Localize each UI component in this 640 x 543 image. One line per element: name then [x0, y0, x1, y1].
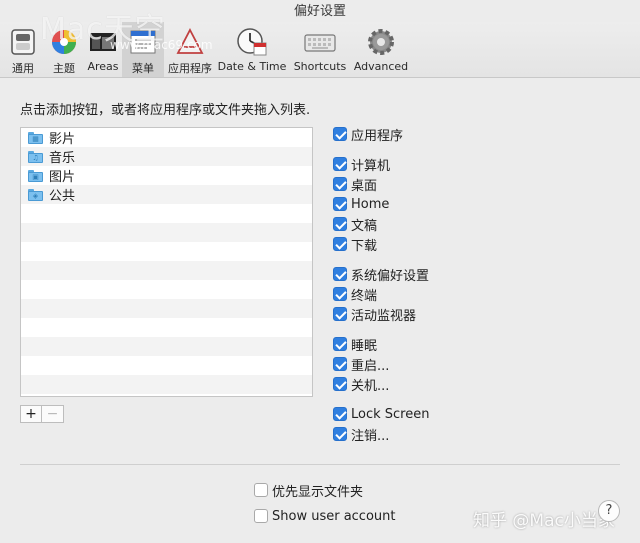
- option-home[interactable]: Home: [333, 195, 389, 213]
- list-row-empty: [21, 356, 312, 375]
- list-item-label: 影片: [49, 132, 76, 147]
- option-label: 关机...: [351, 378, 390, 394]
- option-shutdown[interactable]: 关机...: [333, 375, 390, 394]
- option-documents[interactable]: 文稿: [333, 215, 378, 234]
- list-item[interactable]: ▣ 图片: [21, 166, 312, 185]
- option-label: 注销...: [351, 428, 390, 444]
- list-row-empty: [21, 299, 312, 318]
- clock-icon: [237, 28, 267, 56]
- add-remove-control: + −: [20, 405, 64, 423]
- option-label: 优先显示文件夹: [272, 484, 364, 500]
- option-downloads[interactable]: 下载: [333, 235, 378, 254]
- option-lock-screen[interactable]: Lock Screen: [333, 405, 429, 423]
- checkbox-unchecked[interactable]: [254, 509, 268, 523]
- checkbox-checked[interactable]: [333, 377, 347, 391]
- option-terminal[interactable]: 终端: [333, 285, 378, 304]
- folder-list[interactable]: ▦ 影片 ♫ 音乐 ▣ 图片 ◈ 公共: [20, 127, 313, 397]
- option-label: Show user account: [272, 508, 396, 524]
- list-row-empty: [21, 223, 312, 242]
- pictures-folder-icon: ▣: [28, 169, 43, 182]
- option-sleep[interactable]: 睡眠: [333, 335, 378, 354]
- show-folders-first-option[interactable]: 优先显示文件夹: [254, 481, 364, 500]
- option-logout[interactable]: 注销...: [333, 425, 390, 444]
- list-row-empty: [21, 280, 312, 299]
- checkbox-checked[interactable]: [333, 127, 347, 141]
- checkbox-checked[interactable]: [333, 267, 347, 281]
- checkbox-checked[interactable]: [333, 337, 347, 351]
- tab-shortcuts[interactable]: Shortcuts: [290, 22, 350, 77]
- list-row-empty: [21, 261, 312, 280]
- option-computer[interactable]: 计算机: [333, 155, 391, 174]
- keyboard-icon: [304, 34, 336, 52]
- tab-theme-label: 主题: [53, 62, 75, 75]
- tab-date-time[interactable]: Date & Time: [216, 22, 288, 77]
- list-item[interactable]: ♫ 音乐: [21, 147, 312, 166]
- checkbox-unchecked[interactable]: [254, 483, 268, 497]
- tab-menu-label: 菜单: [132, 62, 154, 75]
- option-label: 计算机: [351, 158, 391, 174]
- tab-date-time-label: Date & Time: [217, 60, 287, 73]
- tab-general[interactable]: 通用: [2, 22, 44, 77]
- option-label: 下载: [351, 238, 378, 254]
- remove-button[interactable]: −: [42, 405, 64, 423]
- checkbox-checked[interactable]: [333, 217, 347, 231]
- checkbox-checked[interactable]: [333, 177, 347, 191]
- movies-folder-icon: ▦: [28, 131, 43, 144]
- gear-icon: [368, 29, 394, 55]
- list-row-empty: [21, 337, 312, 356]
- list-item[interactable]: ◈ 公共: [21, 185, 312, 204]
- tab-applications-label: 应用程序: [168, 62, 212, 75]
- music-folder-icon: ♫: [28, 150, 43, 163]
- list-item-label: 公共: [49, 189, 76, 204]
- zhihu-watermark: 知乎 @Mac小当家: [473, 511, 615, 531]
- section-divider: [20, 464, 620, 465]
- option-applications[interactable]: 应用程序: [333, 125, 404, 144]
- option-label: Home: [351, 196, 390, 212]
- checkbox-checked[interactable]: [333, 357, 347, 371]
- tab-shortcuts-label: Shortcuts: [293, 60, 347, 73]
- option-desktop[interactable]: 桌面: [333, 175, 378, 194]
- instruction-text: 点击添加按钮，或者将应用程序或文件夹拖入列表.: [20, 103, 311, 118]
- switch-icon: [11, 29, 35, 55]
- tab-areas-label: Areas: [87, 60, 119, 73]
- checkbox-checked[interactable]: [333, 197, 347, 211]
- option-label: 终端: [351, 288, 378, 304]
- list-row-empty: [21, 242, 312, 261]
- public-folder-icon: ◈: [28, 188, 43, 201]
- tab-advanced-label: Advanced: [353, 60, 409, 73]
- tab-general-label: 通用: [12, 62, 34, 75]
- checkbox-checked[interactable]: [333, 427, 347, 441]
- list-item-label: 图片: [49, 170, 76, 185]
- checkbox-checked[interactable]: [333, 407, 347, 421]
- option-label: 系统偏好设置: [351, 268, 430, 284]
- option-label: 应用程序: [351, 128, 404, 144]
- tab-advanced[interactable]: Advanced: [350, 22, 412, 77]
- watermark-url: www.mac69.com: [110, 38, 213, 52]
- option-system-preferences[interactable]: 系统偏好设置: [333, 265, 430, 284]
- option-restart[interactable]: 重启...: [333, 355, 390, 374]
- option-label: 重启...: [351, 358, 390, 374]
- option-label: 活动监视器: [351, 308, 417, 324]
- list-item[interactable]: ▦ 影片: [21, 128, 312, 147]
- checkbox-checked[interactable]: [333, 237, 347, 251]
- list-row-empty: [21, 204, 312, 223]
- help-button[interactable]: ?: [598, 500, 620, 522]
- option-label: 睡眠: [351, 338, 378, 354]
- checkbox-checked[interactable]: [333, 157, 347, 171]
- list-row-empty: [21, 318, 312, 337]
- checkbox-checked[interactable]: [333, 307, 347, 321]
- add-button[interactable]: +: [20, 405, 42, 423]
- option-label: 文稿: [351, 218, 378, 234]
- option-activity-monitor[interactable]: 活动监视器: [333, 305, 417, 324]
- option-label: 桌面: [351, 178, 378, 194]
- checkbox-checked[interactable]: [333, 287, 347, 301]
- list-item-label: 音乐: [49, 151, 76, 166]
- list-row-empty: [21, 375, 312, 394]
- option-label: Lock Screen: [351, 406, 430, 422]
- show-user-account-option[interactable]: Show user account: [254, 507, 396, 525]
